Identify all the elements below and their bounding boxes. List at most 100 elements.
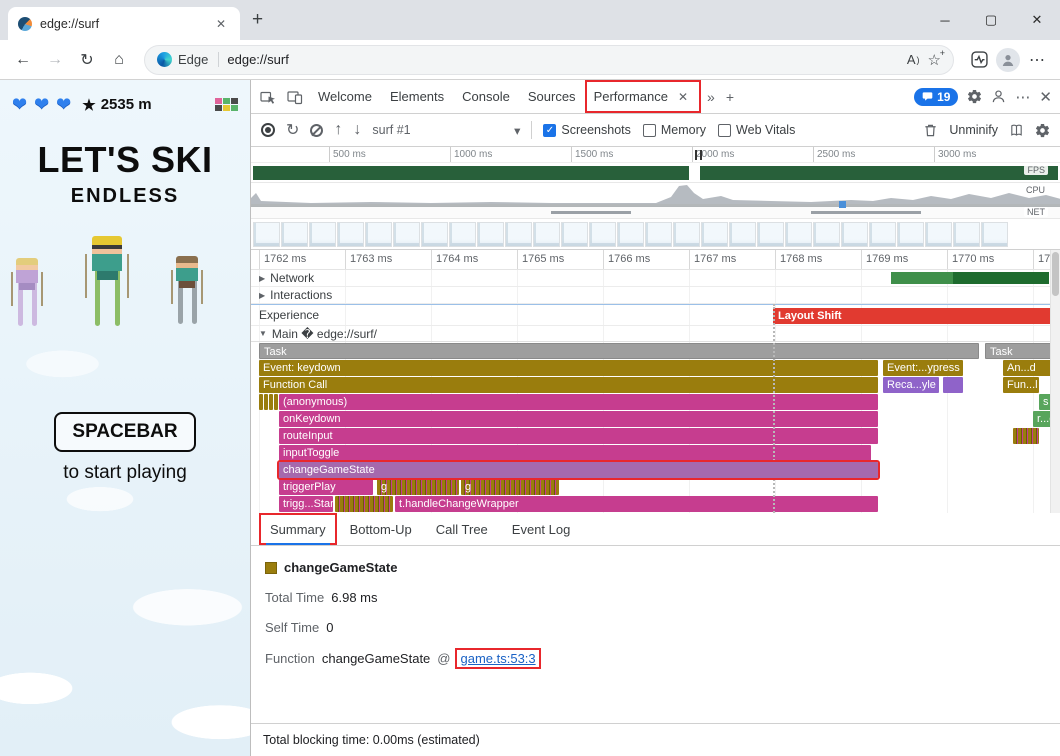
tab-event-log[interactable]: Event Log	[501, 513, 582, 545]
cpu-lane[interactable]: CPU	[251, 183, 1060, 207]
delete-recording-icon[interactable]	[923, 123, 938, 138]
unminify-label[interactable]: Unminify	[949, 123, 998, 137]
screenshot-thumbnail[interactable]	[337, 222, 364, 247]
screenshot-thumbnail[interactable]	[841, 222, 868, 247]
issues-badge[interactable]: 19	[914, 88, 958, 106]
url-text[interactable]: edge://surf	[227, 52, 899, 67]
flame-bar-task[interactable]: Task	[259, 343, 979, 359]
load-profile-button[interactable]: ↑	[334, 121, 342, 139]
address-bar[interactable]: Edge edge://surf A) ☆+	[144, 45, 954, 75]
timeline-overview[interactable]: 500 ms1000 ms1500 ms2000 ms2500 ms3000 m…	[251, 147, 1060, 250]
flame-bar-routeinput[interactable]: routeInput	[279, 428, 878, 444]
profile-avatar[interactable]	[996, 48, 1020, 72]
screenshot-thumbnail[interactable]	[281, 222, 308, 247]
devtools-menu-icon[interactable]: ⋯	[1015, 88, 1030, 106]
screenshot-thumbnail[interactable]	[253, 222, 280, 247]
screenshot-thumbnail[interactable]	[393, 222, 420, 247]
net-lane[interactable]: NET	[251, 207, 1060, 219]
expand-icon[interactable]: ▶	[259, 274, 265, 283]
flame-bar-reca-yle[interactable]: Reca...yle	[883, 377, 939, 393]
expand-icon[interactable]: ▶	[259, 291, 265, 300]
browser-tab[interactable]: edge://surf ✕	[8, 7, 240, 40]
flame-bar-trigg-start[interactable]: trigg...Start	[279, 496, 333, 512]
flame-bar-task[interactable]: Task	[985, 343, 1055, 359]
fps-lane[interactable]: FPS	[251, 163, 1060, 183]
screenshot-thumbnail[interactable]	[953, 222, 980, 247]
flame-bar-function-call[interactable]: Function Call	[259, 377, 878, 393]
flame-bar-r-e[interactable]: r...e	[1033, 411, 1051, 427]
clear-recordings-button[interactable]	[310, 124, 323, 137]
flame-bar[interactable]	[335, 496, 393, 512]
tab-elements[interactable]: Elements	[381, 80, 453, 113]
network-request-bar[interactable]	[891, 272, 1049, 284]
screenshot-thumbnail[interactable]	[757, 222, 784, 247]
flame-bar[interactable]	[274, 394, 278, 410]
flame-bar-onkeydown[interactable]: onKeydown	[279, 411, 878, 427]
screenshot-thumbnail[interactable]	[421, 222, 448, 247]
maximize-button[interactable]: ▢	[968, 0, 1014, 40]
favorite-icon[interactable]: ☆+	[928, 51, 941, 69]
source-link[interactable]: game.ts:53:3	[460, 651, 535, 666]
flame-bar-t-handlechangewrapper[interactable]: t.handleChangeWrapper	[395, 496, 878, 512]
screenshot-thumbnail[interactable]	[561, 222, 588, 247]
inspect-element-icon[interactable]	[255, 84, 281, 110]
browser-menu-button[interactable]: ⋯	[1022, 45, 1052, 75]
save-profile-button[interactable]: ↓	[353, 121, 361, 139]
screenshot-thumbnail[interactable]	[785, 222, 812, 247]
flame-bar-anonymous[interactable]: (anonymous)	[279, 394, 878, 410]
checkbox-box[interactable]: ✓	[543, 124, 556, 137]
read-aloud-icon[interactable]: A)	[907, 52, 920, 67]
flame-bar-inputtoggle[interactable]: inputToggle	[279, 445, 871, 461]
collapse-icon[interactable]: ▼	[259, 329, 267, 338]
flame-bar-triggerplay[interactable]: triggerPlay	[279, 479, 373, 495]
devtools-profile-icon[interactable]	[991, 89, 1006, 104]
new-tab-button[interactable]: +	[240, 9, 275, 31]
screenshot-thumbnail[interactable]	[617, 222, 644, 247]
flame-bar[interactable]	[259, 394, 263, 410]
minimize-button[interactable]: ─	[922, 0, 968, 40]
flame-bar[interactable]	[269, 394, 273, 410]
timeline-detail[interactable]: 1762 ms1763 ms1764 ms1765 ms1766 ms1767 …	[251, 250, 1060, 513]
flame-bar-fun-l[interactable]: Fun...l	[1003, 377, 1039, 393]
interactions-track[interactable]: ▶Interactions	[251, 287, 1060, 304]
screenshot-thumbnail[interactable]	[981, 222, 1008, 247]
browser-essentials-icon[interactable]	[964, 45, 994, 75]
checkbox-box[interactable]	[718, 124, 731, 137]
flame-bar-an-d[interactable]: An...d	[1003, 360, 1053, 376]
timeline-scrollbar[interactable]	[1050, 250, 1060, 513]
recording-session-dropdown[interactable]: surf #1 ▾	[372, 123, 520, 138]
screenshot-thumbnail[interactable]	[589, 222, 616, 247]
device-toolbar-icon[interactable]	[282, 84, 308, 110]
flame-bar[interactable]	[943, 377, 963, 393]
checkbox-screenshots[interactable]: ✓Screenshots	[543, 123, 630, 137]
screenshot-thumbnail[interactable]	[673, 222, 700, 247]
record-reload-button[interactable]: ↻	[286, 120, 299, 140]
tab-summary[interactable]: Summary	[259, 513, 337, 545]
checkbox-memory[interactable]: Memory	[643, 123, 706, 137]
screenshot-thumbnail[interactable]	[869, 222, 896, 247]
network-track[interactable]: ▶Network	[251, 270, 1060, 287]
tab-welcome[interactable]: Welcome	[309, 80, 381, 113]
tab-performance[interactable]: Performance✕	[585, 80, 701, 113]
flame-bar[interactable]	[1013, 428, 1039, 444]
flame-bar-event-ypress[interactable]: Event:...ypress	[883, 360, 963, 376]
screenshot-thumbnail[interactable]	[645, 222, 672, 247]
screenshot-thumbnail[interactable]	[729, 222, 756, 247]
screenshot-thumbnail[interactable]	[897, 222, 924, 247]
screenshot-thumbnail[interactable]	[505, 222, 532, 247]
screenshot-thumbnail[interactable]	[365, 222, 392, 247]
close-window-button[interactable]: ✕	[1014, 0, 1060, 40]
character-select-icon[interactable]	[215, 98, 238, 111]
screenshot-thumbnail[interactable]	[925, 222, 952, 247]
main-thread-track[interactable]: ▼Main � edge://surf/	[251, 326, 1060, 342]
tab-console[interactable]: Console	[453, 80, 519, 113]
add-panel-icon[interactable]: +	[721, 89, 739, 105]
surf-game-pane[interactable]: ❤ ❤ ❤ ★ 2535 m LET'S SKI ENDLESS	[0, 80, 250, 756]
flame-bar-event-keydown[interactable]: Event: keydown	[259, 360, 878, 376]
flame-bar-g[interactable]: g	[461, 479, 559, 495]
screenshot-thumbnail[interactable]	[533, 222, 560, 247]
devtools-settings-icon[interactable]	[967, 89, 982, 104]
home-button[interactable]: ⌂	[104, 45, 134, 75]
experience-track[interactable]: Experience Layout Shift	[251, 304, 1060, 326]
reload-button[interactable]: ↻	[72, 45, 102, 75]
